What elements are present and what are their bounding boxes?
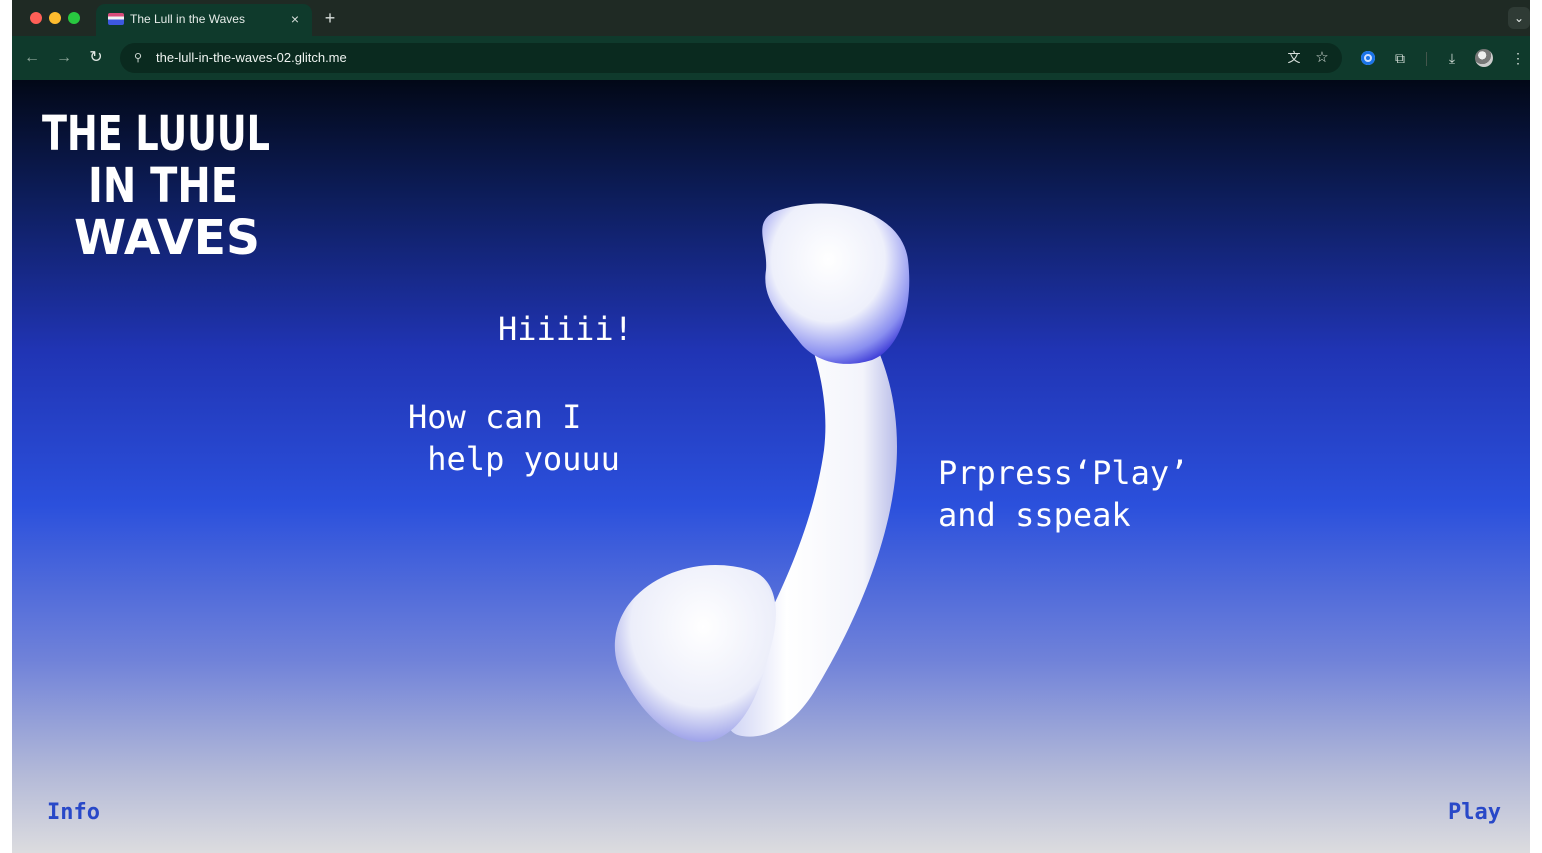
logo-line3: WAVES [74, 210, 260, 260]
reload-icon[interactable]: ↻ [86, 48, 106, 68]
toolbar-divider [1426, 52, 1427, 66]
browser-window: The Lull in the Waves × + ⌄ ← → ↻ ⚲ the-… [12, 0, 1530, 853]
tab-active[interactable]: The Lull in the Waves × [96, 4, 312, 36]
play-link[interactable]: Play [1448, 800, 1501, 825]
puzzle-icon[interactable]: ⧉ [1390, 48, 1410, 68]
instruction-text: Prpress‘Play’ and sspeak [938, 454, 1189, 534]
page-viewport: THE LUUUL IN THE WAVES Hiiiii! How can I… [12, 80, 1530, 853]
back-icon[interactable]: ← [22, 48, 42, 68]
forward-icon[interactable]: → [54, 48, 74, 68]
url-text[interactable]: the-lull-in-the-waves-02.glitch.me [156, 50, 347, 65]
close-window-button[interactable] [30, 12, 42, 24]
logo-line1: THE LUUUL [42, 106, 270, 162]
address-bar[interactable]: ⚲ the-lull-in-the-waves-02.glitch.me 文 ☆ [120, 43, 1342, 73]
translate-icon[interactable]: 文 [1284, 48, 1304, 68]
profile-avatar-icon[interactable] [1474, 48, 1494, 68]
bookmark-star-icon[interactable]: ☆ [1312, 48, 1332, 68]
maximize-window-button[interactable] [68, 12, 80, 24]
site-info-icon[interactable]: ⚲ [130, 50, 146, 66]
browser-toolbar: ← → ↻ ⚲ the-lull-in-the-waves-02.glitch.… [12, 36, 1530, 80]
tab-strip: The Lull in the Waves × + ⌄ [12, 0, 1530, 36]
menu-kebab-icon[interactable]: ⋮ [1508, 48, 1528, 68]
info-link[interactable]: Info [47, 800, 100, 825]
extension-icon[interactable] [1358, 48, 1378, 68]
tab-search-icon[interactable]: ⌄ [1508, 7, 1530, 29]
tab-title: The Lull in the Waves [130, 12, 245, 26]
site-logo: THE LUUUL IN THE WAVES [42, 106, 270, 260]
favicon-icon [108, 13, 124, 25]
new-tab-icon[interactable]: + [320, 8, 340, 28]
minimize-window-button[interactable] [49, 12, 61, 24]
logo-line2: IN THE [88, 158, 238, 214]
question-text: How can I help youuu [408, 398, 620, 478]
download-icon[interactable]: ⤓ [1442, 48, 1462, 68]
close-tab-icon[interactable]: × [286, 10, 304, 28]
telephone-receiver-image [614, 203, 910, 742]
